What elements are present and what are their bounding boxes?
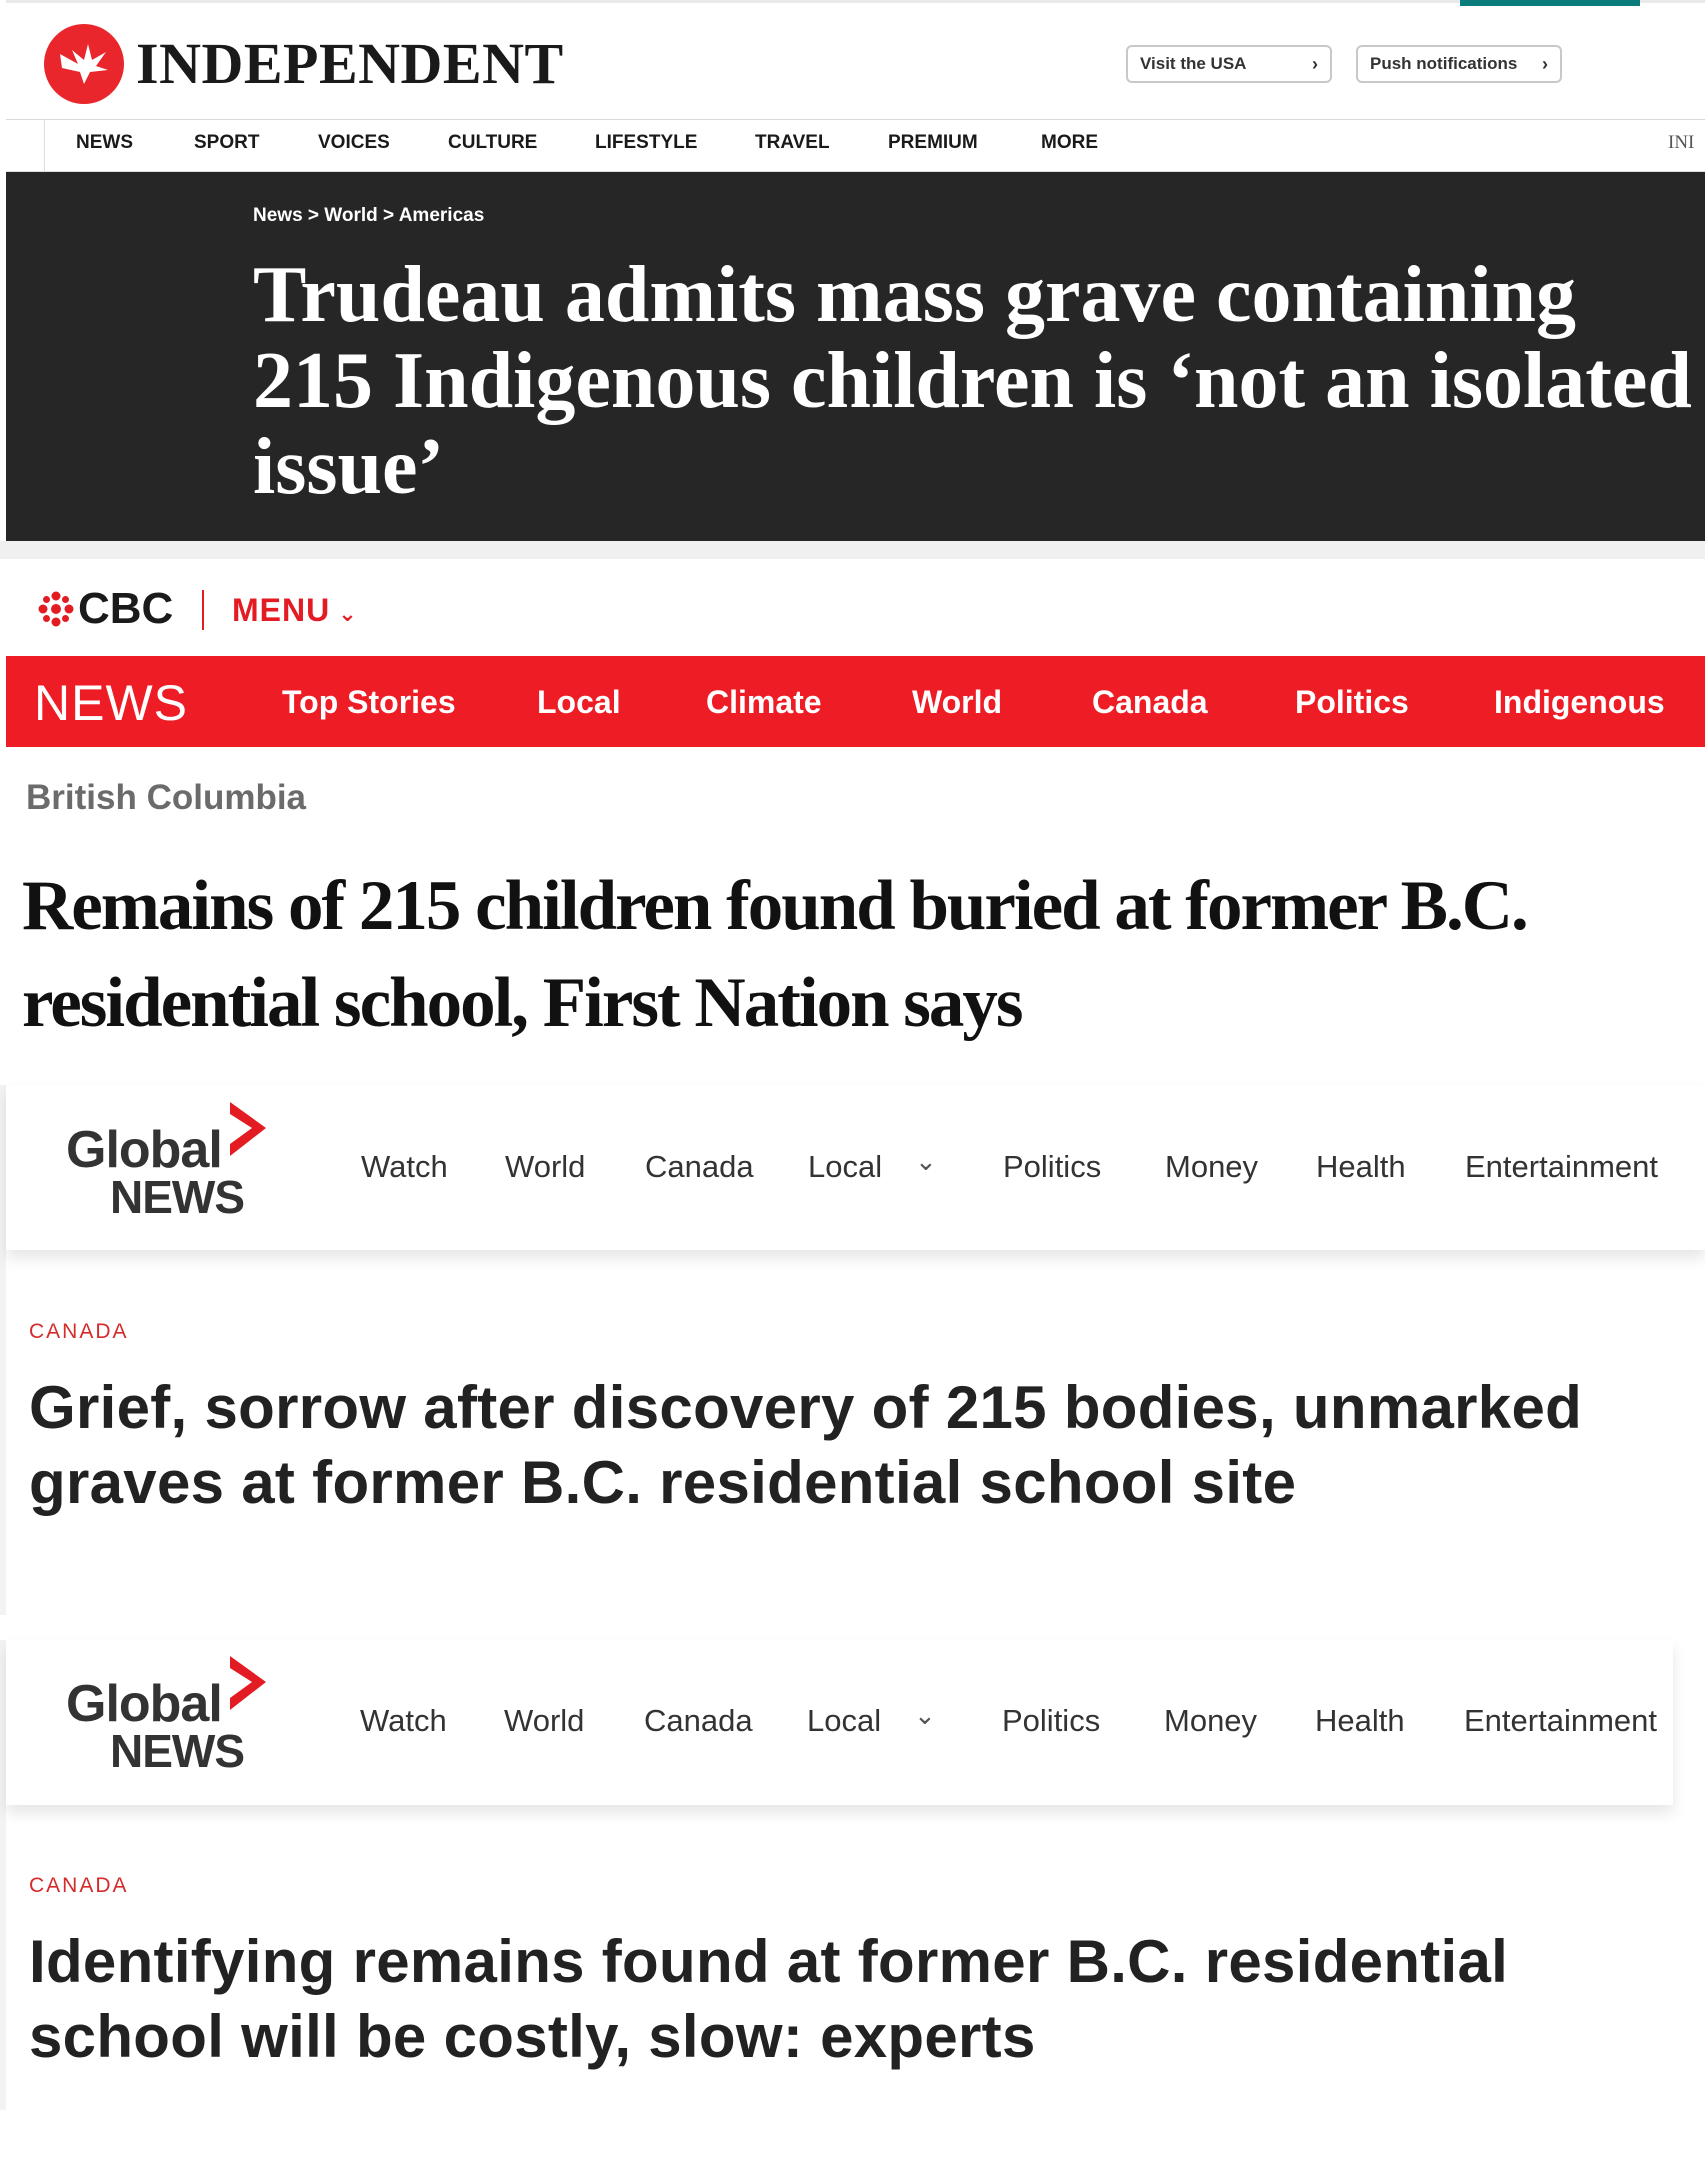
visit-usa-button[interactable]: Visit the USA › (1126, 45, 1332, 83)
nav-item-cut-off[interactable]: INI (1668, 132, 1694, 154)
nav-item-news[interactable]: NEWS (76, 132, 133, 154)
screenshot-separator (0, 541, 1705, 559)
independent-logo-text[interactable]: INDEPENDENT (136, 30, 564, 97)
push-notifications-button[interactable]: Push notifications › (1356, 45, 1562, 83)
nav-item-canada[interactable]: Canada (1092, 684, 1208, 721)
article-headline: Grief, sorrow after discovery of 215 bod… (29, 1374, 1583, 1516)
news-section-label[interactable]: NEWS (34, 674, 188, 732)
nav-item-politics[interactable]: Politics (1002, 1703, 1100, 1739)
news-logo-text[interactable]: NEWS (110, 1724, 245, 1778)
nav-item-lifestyle[interactable]: LIFESTYLE (595, 132, 697, 154)
menu-label: MENU (232, 592, 331, 628)
nav-item-watch[interactable]: Watch (361, 1149, 448, 1185)
chevron-down-icon: ⌄ (338, 601, 358, 626)
nav-item-politics[interactable]: Politics (1295, 684, 1409, 721)
chevron-right-icon: › (1542, 53, 1548, 74)
cbc-gem-icon[interactable] (38, 591, 74, 627)
nav-item-politics[interactable]: Politics (1003, 1149, 1101, 1185)
nav-item-indigenous[interactable]: Indigenous (1494, 684, 1665, 721)
nav-item-health[interactable]: Health (1316, 1149, 1406, 1185)
nav-divider (44, 120, 45, 172)
nav-item-travel[interactable]: TRAVEL (755, 132, 830, 154)
cbc-news-nav-bar (6, 656, 1705, 747)
nav-item-sport[interactable]: SPORT (194, 132, 259, 154)
nav-item-local[interactable]: Local (808, 1149, 882, 1185)
global-chevron-icon (226, 1654, 272, 1712)
nav-item-health[interactable]: Health (1315, 1703, 1405, 1739)
category-label[interactable]: CANADA (29, 1320, 129, 1344)
nav-item-world[interactable]: World (912, 684, 1002, 721)
menu-button[interactable]: MENU ⌄ (232, 592, 358, 629)
nav-item-premium[interactable]: PREMIUM (888, 132, 978, 154)
visit-usa-label: Visit the USA (1140, 54, 1247, 73)
chevron-right-icon: › (1312, 53, 1318, 74)
nav-item-voices[interactable]: VOICES (318, 132, 390, 154)
nav-item-canada[interactable]: Canada (645, 1149, 754, 1185)
global-chevron-icon (226, 1100, 272, 1158)
nav-item-more[interactable]: MORE (1041, 132, 1098, 154)
nav-item-money[interactable]: Money (1164, 1703, 1257, 1739)
cbc-logo-text[interactable]: CBC (78, 584, 173, 634)
chevron-down-icon[interactable]: ⌄ (915, 1146, 937, 1177)
push-notifications-label: Push notifications (1370, 54, 1518, 73)
accent-tab-indicator (1460, 0, 1640, 6)
nav-item-culture[interactable]: CULTURE (448, 132, 537, 154)
screenshot-separator (0, 1618, 1705, 1640)
nav-item-money[interactable]: Money (1165, 1149, 1258, 1185)
nav-item-world[interactable]: World (505, 1149, 585, 1185)
article-headline: Identifying remains found at former B.C.… (29, 1928, 1509, 2070)
nav-item-watch[interactable]: Watch (360, 1703, 447, 1739)
article-headline: Trudeau admits mass grave containing 215… (253, 251, 1692, 511)
header-divider (202, 590, 204, 630)
nav-item-world[interactable]: World (504, 1703, 584, 1739)
chevron-down-icon[interactable]: ⌄ (914, 1700, 936, 1731)
nav-item-climate[interactable]: Climate (706, 684, 822, 721)
header-top-line (6, 0, 1705, 3)
region-label[interactable]: British Columbia (26, 778, 306, 818)
nav-item-canada[interactable]: Canada (644, 1703, 753, 1739)
news-logo-text[interactable]: NEWS (110, 1170, 245, 1224)
nav-item-entertainment[interactable]: Entertainment (1465, 1149, 1658, 1185)
independent-nav-bar (6, 120, 1705, 172)
category-label[interactable]: CANADA (29, 1874, 129, 1898)
breadcrumb[interactable]: News > World > Americas (253, 205, 484, 227)
eagle-icon[interactable] (44, 24, 124, 104)
nav-item-local[interactable]: Local (807, 1703, 881, 1739)
nav-item-entertainment[interactable]: Entertainment (1464, 1703, 1657, 1739)
independent-screenshot: INDEPENDENT Visit the USA › Push notific… (0, 0, 1705, 541)
nav-item-local[interactable]: Local (537, 684, 621, 721)
nav-item-top-stories[interactable]: Top Stories (282, 684, 456, 721)
article-headline: Remains of 215 children found buried at … (22, 867, 1529, 1042)
